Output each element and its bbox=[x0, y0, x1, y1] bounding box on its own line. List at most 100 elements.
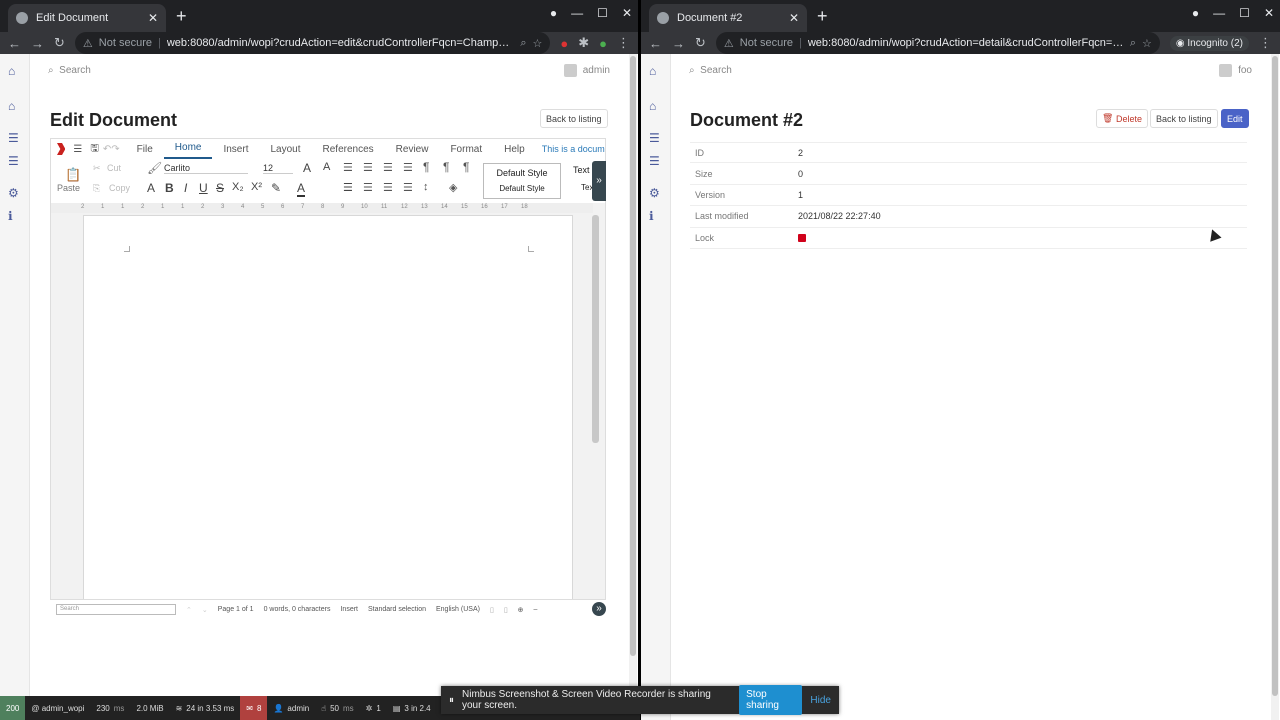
route-name[interactable]: @ admin_wopi bbox=[25, 696, 90, 720]
sidebar-expand-icon[interactable]: » bbox=[592, 161, 606, 201]
copy-icon[interactable]: ⎘ bbox=[93, 183, 100, 194]
list-icon[interactable]: ☰ bbox=[8, 131, 19, 145]
scroll-thumb[interactable] bbox=[1272, 56, 1278, 696]
document-page[interactable] bbox=[83, 215, 573, 615]
close-icon[interactable]: ✕ bbox=[789, 11, 799, 25]
menu-references[interactable]: References bbox=[312, 144, 385, 155]
security-user[interactable]: 👤 admin bbox=[267, 696, 315, 720]
style-text[interactable]: Text bbox=[573, 165, 590, 175]
menu-help[interactable]: Help bbox=[493, 144, 536, 155]
italic-icon[interactable]: I bbox=[184, 181, 187, 195]
stop-sharing-button[interactable]: Stop sharing bbox=[739, 685, 803, 715]
cache-calls[interactable]: ▤ 3 in 2.4 bbox=[387, 696, 437, 720]
zoom-icon[interactable]: ⌕ bbox=[1130, 37, 1136, 50]
log-errors[interactable]: ✉ 8 bbox=[240, 696, 268, 720]
memory-usage[interactable]: 2.0 MiB bbox=[130, 696, 169, 720]
close-window-icon[interactable]: ✕ bbox=[622, 6, 632, 20]
star-icon[interactable]: ☆ bbox=[1142, 37, 1152, 50]
info-icon[interactable]: ℹ bbox=[649, 209, 654, 223]
underline-icon[interactable]: U bbox=[199, 181, 208, 195]
maximize-icon[interactable]: ☐ bbox=[597, 6, 608, 20]
menu-file[interactable]: File bbox=[126, 144, 164, 155]
url-text[interactable]: web:8080/admin/wopi?crudAction=detail&cr… bbox=[808, 37, 1124, 49]
search-prev-icon[interactable]: ⌃ bbox=[186, 606, 192, 614]
search-input[interactable]: Search bbox=[59, 65, 91, 76]
new-tab-icon[interactable]: + bbox=[817, 6, 828, 27]
maximize-icon[interactable]: ☐ bbox=[1239, 6, 1250, 20]
close-icon[interactable]: ✕ bbox=[148, 11, 158, 25]
menu-icon[interactable]: ⋮ bbox=[1259, 35, 1272, 51]
reload-icon[interactable]: ↻ bbox=[695, 35, 706, 51]
indent-icon[interactable]: ☰ bbox=[403, 161, 413, 174]
ltr-icon[interactable]: ¶ bbox=[443, 160, 449, 174]
record-icon[interactable]: ● bbox=[550, 6, 557, 20]
document-editor[interactable]: ☰ 🖫 ↶ ↷ File Home Insert Layout Referenc… bbox=[50, 138, 606, 618]
document-name[interactable]: This is a document bbox=[542, 144, 605, 154]
save-icon[interactable]: 🖫 bbox=[90, 141, 99, 158]
address-bar[interactable]: ⚠ Not secure | web:8080/admin/wopi?crudA… bbox=[74, 32, 551, 54]
page-scrollbar[interactable] bbox=[629, 54, 637, 720]
status-search-input[interactable]: Search bbox=[56, 604, 176, 615]
record-extension-icon[interactable]: ● bbox=[560, 36, 568, 51]
address-bar[interactable]: ⚠ Not secure | web:8080/admin/wopi?crudA… bbox=[715, 32, 1160, 54]
delete-button[interactable]: 🗑 Delete bbox=[1096, 109, 1148, 128]
line-spacing-icon[interactable]: ↕ bbox=[423, 181, 429, 193]
home-icon[interactable]: ⌂ bbox=[649, 64, 656, 78]
record-icon[interactable]: ● bbox=[1192, 6, 1199, 20]
list-icon[interactable]: ☰ bbox=[8, 154, 19, 168]
subscript-icon[interactable]: X₂ bbox=[232, 181, 244, 193]
status-language[interactable]: English (USA) bbox=[436, 606, 480, 613]
minimize-icon[interactable]: — bbox=[571, 6, 583, 20]
align-left-icon[interactable]: ☰ bbox=[343, 181, 353, 194]
hamburger-icon[interactable]: ☰ bbox=[73, 144, 82, 155]
font-color-icon[interactable]: A bbox=[297, 181, 306, 197]
profile-icon[interactable]: ● bbox=[599, 36, 607, 51]
menu-format[interactable]: Format bbox=[439, 144, 493, 155]
page-scrollbar[interactable] bbox=[1271, 54, 1279, 720]
paragraph-fill-icon[interactable]: ◈ bbox=[449, 181, 457, 194]
paste-icon[interactable]: 📋 bbox=[65, 167, 81, 183]
browser-tab[interactable]: Edit Document ✕ bbox=[8, 4, 166, 32]
align-right-icon[interactable]: ☰ bbox=[383, 181, 393, 194]
forward-icon[interactable]: → bbox=[672, 36, 685, 51]
url-text[interactable]: web:8080/admin/wopi?crudAction=edit&crud… bbox=[167, 37, 514, 49]
back-icon[interactable]: ← bbox=[8, 36, 21, 51]
menu-layout[interactable]: Layout bbox=[259, 144, 311, 155]
shrink-font-icon[interactable]: A bbox=[323, 161, 330, 173]
back-icon[interactable]: ← bbox=[649, 36, 662, 51]
list-icon[interactable]: ☰ bbox=[649, 131, 660, 145]
gears-icon[interactable]: ⚙ bbox=[649, 186, 660, 200]
menu-review[interactable]: Review bbox=[385, 144, 440, 155]
font-name-select[interactable]: Carlito bbox=[164, 163, 248, 174]
outline-list-icon[interactable]: ☰ bbox=[383, 161, 393, 174]
rtl-icon[interactable]: ¶ bbox=[463, 160, 469, 174]
zoom-icon[interactable]: ⌕ bbox=[520, 37, 526, 50]
scroll-thumb[interactable] bbox=[630, 56, 636, 656]
list-icon[interactable]: ☰ bbox=[649, 154, 660, 168]
home-icon[interactable]: ⌂ bbox=[649, 99, 656, 113]
formatting-marks-icon[interactable]: ¶ bbox=[423, 160, 429, 174]
back-to-listing-button[interactable]: Back to listing bbox=[1150, 109, 1218, 128]
browser-tab[interactable]: Document #2 ✕ bbox=[649, 4, 807, 32]
close-window-icon[interactable]: ✕ bbox=[1264, 6, 1274, 20]
request-time[interactable]: 230 ms bbox=[90, 696, 130, 720]
ajax-time[interactable]: ☝ 50 ms bbox=[315, 696, 359, 720]
menu-home[interactable]: Home bbox=[163, 139, 213, 159]
status-code[interactable]: 200 bbox=[0, 696, 26, 720]
db-queries[interactable]: ≋ 24 in 3.53 ms bbox=[170, 696, 241, 720]
new-tab-icon[interactable]: + bbox=[176, 6, 187, 27]
clone-format-icon[interactable]: 🖌 bbox=[147, 161, 162, 175]
home-icon[interactable]: ⌂ bbox=[8, 64, 15, 78]
copy-button[interactable]: Copy bbox=[109, 183, 130, 193]
user-menu[interactable]: admin bbox=[563, 63, 610, 77]
search-input[interactable]: Search bbox=[700, 65, 732, 76]
editor-scrollbar[interactable] bbox=[592, 215, 599, 443]
incognito-badge[interactable]: ◉ Incognito (2) bbox=[1169, 35, 1249, 51]
minimize-icon[interactable]: — bbox=[1213, 6, 1225, 20]
hide-button[interactable]: Hide bbox=[810, 695, 831, 706]
zoom-out-icon[interactable]: – bbox=[534, 606, 538, 613]
back-to-listing-button[interactable]: Back to listing bbox=[540, 109, 608, 128]
forward-icon[interactable]: → bbox=[31, 36, 44, 51]
style-default[interactable]: Default Style Default Style bbox=[483, 163, 561, 199]
reload-icon[interactable]: ↻ bbox=[54, 35, 65, 51]
